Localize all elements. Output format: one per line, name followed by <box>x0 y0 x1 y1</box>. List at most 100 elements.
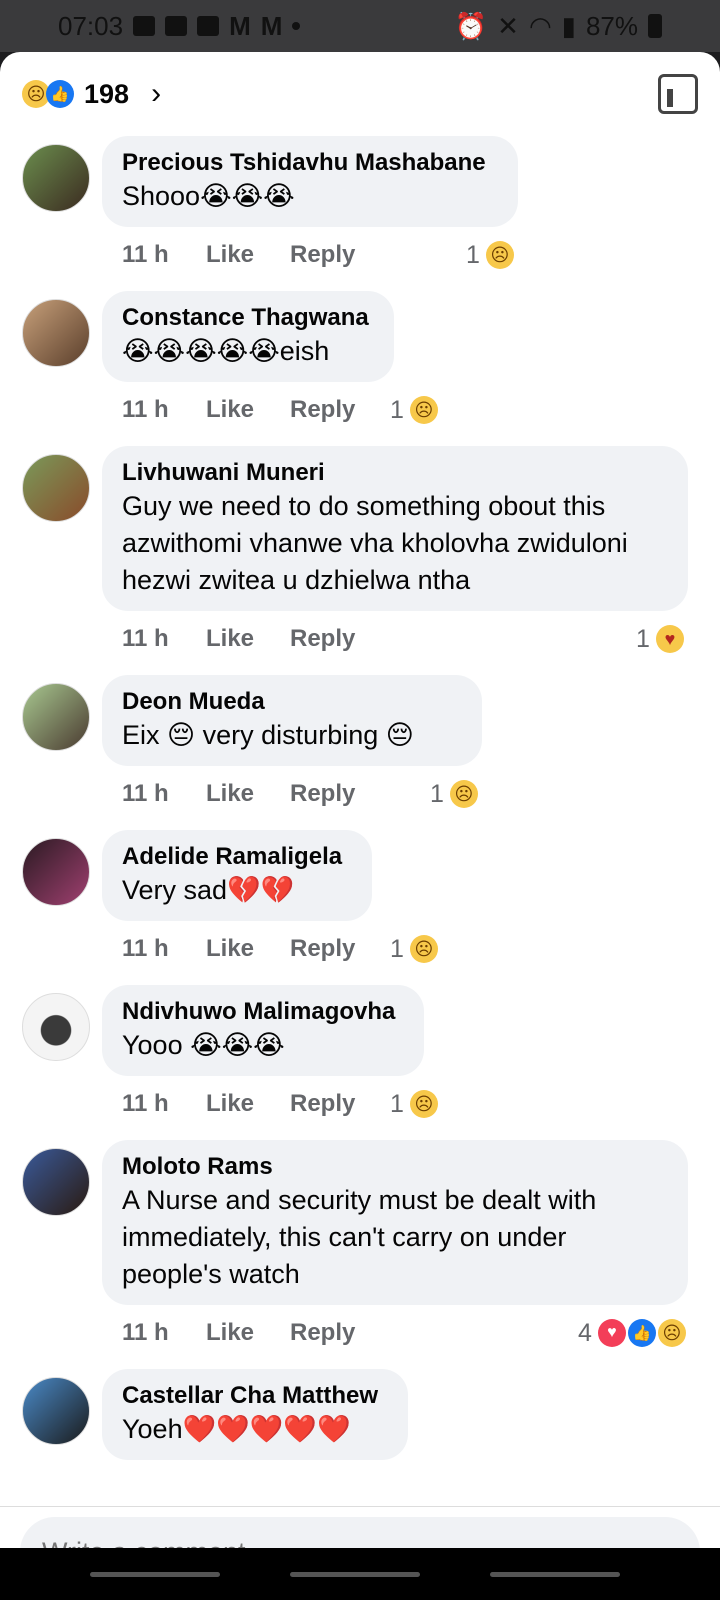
like-button[interactable]: Like <box>206 780 290 808</box>
nav-home-handle[interactable] <box>290 1572 420 1577</box>
comment-author[interactable]: Deon Mueda <box>122 687 462 717</box>
sad-react-icon: ☹ <box>409 1090 438 1118</box>
comment-bubble[interactable]: Adelide Ramaligela Very sad💔💔 <box>102 830 372 921</box>
like-react-icon: 👍 <box>46 80 74 108</box>
comment-time[interactable]: 11 h <box>122 625 206 653</box>
comment-author[interactable]: Moloto Rams <box>122 1152 668 1182</box>
sad-react-icon: ☹ <box>409 396 438 424</box>
avatar[interactable] <box>22 299 90 367</box>
alarm-icon: ⏰ <box>454 10 488 41</box>
reaction-count: 198 <box>84 78 130 109</box>
comment-author[interactable]: Constance Thagwana <box>122 303 374 333</box>
avatar[interactable] <box>22 144 90 212</box>
like-button[interactable]: Like <box>206 1319 290 1347</box>
comment-text: Very sad💔💔 <box>122 875 295 905</box>
status-bar: 07:03 M M ⏰ ✕ ◠ ▮ 87% <box>0 0 720 52</box>
avatar[interactable] <box>22 1148 90 1216</box>
check-icon <box>197 16 220 36</box>
comment-list: Precious Tshidavhu Mashabane Shooo😭😭😭 11… <box>0 136 720 1506</box>
comment-time[interactable]: 11 h <box>122 935 206 963</box>
comment-reactions[interactable]: 1 ☹ <box>390 935 438 964</box>
reply-button[interactable]: Reply <box>290 780 355 808</box>
comment-text: Shooo😭😭😭 <box>122 181 295 211</box>
reply-button[interactable]: Reply <box>290 241 355 269</box>
sad-react-icon: ☹ <box>485 241 514 269</box>
like-button[interactable]: Like <box>206 396 290 424</box>
like-post-icon[interactable] <box>658 74 698 114</box>
comment-author[interactable]: Livhuwani Muneri <box>122 458 668 488</box>
reply-button[interactable]: Reply <box>290 935 355 963</box>
battery-text: 87% <box>585 10 638 41</box>
comment-time[interactable]: 11 h <box>122 1090 206 1118</box>
comment-actions: 11 h Like Reply 1 ☹ <box>122 382 720 438</box>
comment-text: Yooo 😭😭😭 <box>122 1030 285 1060</box>
comment-reactions[interactable]: 1 ♥ <box>636 625 684 654</box>
comment-author[interactable]: Adelide Ramaligela <box>122 842 352 872</box>
wifi-icon: ◠ <box>528 10 552 41</box>
comment-time[interactable]: 11 h <box>122 780 206 808</box>
comment-bubble[interactable]: Ndivhuwo Malimagovha Yooo 😭😭😭 <box>102 985 424 1076</box>
reply-button[interactable]: Reply <box>290 396 355 424</box>
comment-actions: 11 h Like Reply 1 ☹ <box>122 1076 720 1132</box>
reply-button[interactable]: Reply <box>290 625 355 653</box>
comment-bubble[interactable]: Moloto Rams A Nurse and security must be… <box>102 1140 688 1305</box>
comment-reactions[interactable]: 1 ☹ <box>390 396 438 425</box>
comment-bubble[interactable]: Precious Tshidavhu Mashabane Shooo😭😭😭 <box>102 136 518 227</box>
comment-reactions[interactable]: 1 ☹ <box>390 1090 438 1119</box>
comment-time[interactable]: 11 h <box>122 241 206 269</box>
comment-item: Precious Tshidavhu Mashabane Shooo😭😭😭 11… <box>0 136 720 283</box>
comment-bubble[interactable]: Livhuwani Muneri Guy we need to do somet… <box>102 446 688 611</box>
gmail-icon: M <box>260 10 283 41</box>
like-react-icon: 👍 <box>627 1319 656 1347</box>
comment-actions: 11 h Like Reply 1 ☹ <box>122 227 720 283</box>
comment-author[interactable]: Ndivhuwo Malimagovha <box>122 997 404 1027</box>
comment-item: Livhuwani Muneri Guy we need to do somet… <box>0 446 720 667</box>
comment-item: Castellar Cha Matthew Yoeh❤️❤️❤️❤️❤️ <box>0 1369 720 1460</box>
nav-recents-handle[interactable] <box>90 1572 220 1577</box>
comment-bubble[interactable]: Castellar Cha Matthew Yoeh❤️❤️❤️❤️❤️ <box>102 1369 408 1460</box>
care-react-icon: ♥ <box>655 625 684 653</box>
comment-author[interactable]: Castellar Cha Matthew <box>122 1381 388 1411</box>
nav-back-handle[interactable] <box>490 1572 620 1577</box>
mute-icon: ✕ <box>497 10 519 41</box>
app-icon <box>165 16 188 36</box>
system-nav-bar <box>0 1548 720 1600</box>
reply-button[interactable]: Reply <box>290 1319 355 1347</box>
avatar[interactable] <box>22 683 90 751</box>
sad-react-icon: ☹ <box>449 780 478 808</box>
comment-actions: 11 h Like Reply 4 ♥ 👍 ☹ <box>122 1305 720 1361</box>
comment-reactions[interactable]: 4 ♥ 👍 ☹ <box>578 1319 686 1348</box>
comment-bubble[interactable]: Deon Mueda Eix 😔 very disturbing 😔 <box>102 675 482 766</box>
comment-author[interactable]: Precious Tshidavhu Mashabane <box>122 148 498 178</box>
comment-bubble[interactable]: Constance Thagwana 😭😭😭😭😭eish <box>102 291 394 382</box>
like-button[interactable]: Like <box>206 625 290 653</box>
chevron-right-icon[interactable]: › <box>151 77 161 111</box>
comment-item: Ndivhuwo Malimagovha Yooo 😭😭😭 11 h Like … <box>0 985 720 1132</box>
more-notifications-icon <box>292 22 301 30</box>
comment-actions: 11 h Like Reply 1 ♥ <box>122 611 720 667</box>
comment-item: Moloto Rams A Nurse and security must be… <box>0 1140 720 1361</box>
comment-reactions[interactable]: 1 ☹ <box>466 241 514 270</box>
comment-actions: 11 h Like Reply 1 ☹ <box>122 766 720 822</box>
comment-item: Deon Mueda Eix 😔 very disturbing 😔 11 h … <box>0 675 720 822</box>
love-react-icon: ♥ <box>597 1319 626 1347</box>
avatar[interactable] <box>22 993 90 1061</box>
reply-button[interactable]: Reply <box>290 1090 355 1118</box>
comment-reactions[interactable]: 1 ☹ <box>430 780 478 809</box>
comment-item: Constance Thagwana 😭😭😭😭😭eish 11 h Like R… <box>0 291 720 438</box>
comment-text: 😭😭😭😭😭eish <box>122 336 330 366</box>
comment-time[interactable]: 11 h <box>122 1319 206 1347</box>
comment-actions: 11 h Like Reply 1 ☹ <box>122 921 720 977</box>
reaction-summary[interactable]: ☹ 👍 198 › <box>22 77 161 111</box>
avatar[interactable] <box>22 454 90 522</box>
avatar[interactable] <box>22 1377 90 1445</box>
comment-text: Guy we need to do something obout this a… <box>122 491 628 595</box>
message-icon <box>133 16 156 36</box>
like-button[interactable]: Like <box>206 935 290 963</box>
like-button[interactable]: Like <box>206 1090 290 1118</box>
comment-time[interactable]: 11 h <box>122 396 206 424</box>
like-button[interactable]: Like <box>206 241 290 269</box>
comment-text: A Nurse and security must be dealt with … <box>122 1185 597 1289</box>
avatar[interactable] <box>22 838 90 906</box>
comment-item: Adelide Ramaligela Very sad💔💔 11 h Like … <box>0 830 720 977</box>
